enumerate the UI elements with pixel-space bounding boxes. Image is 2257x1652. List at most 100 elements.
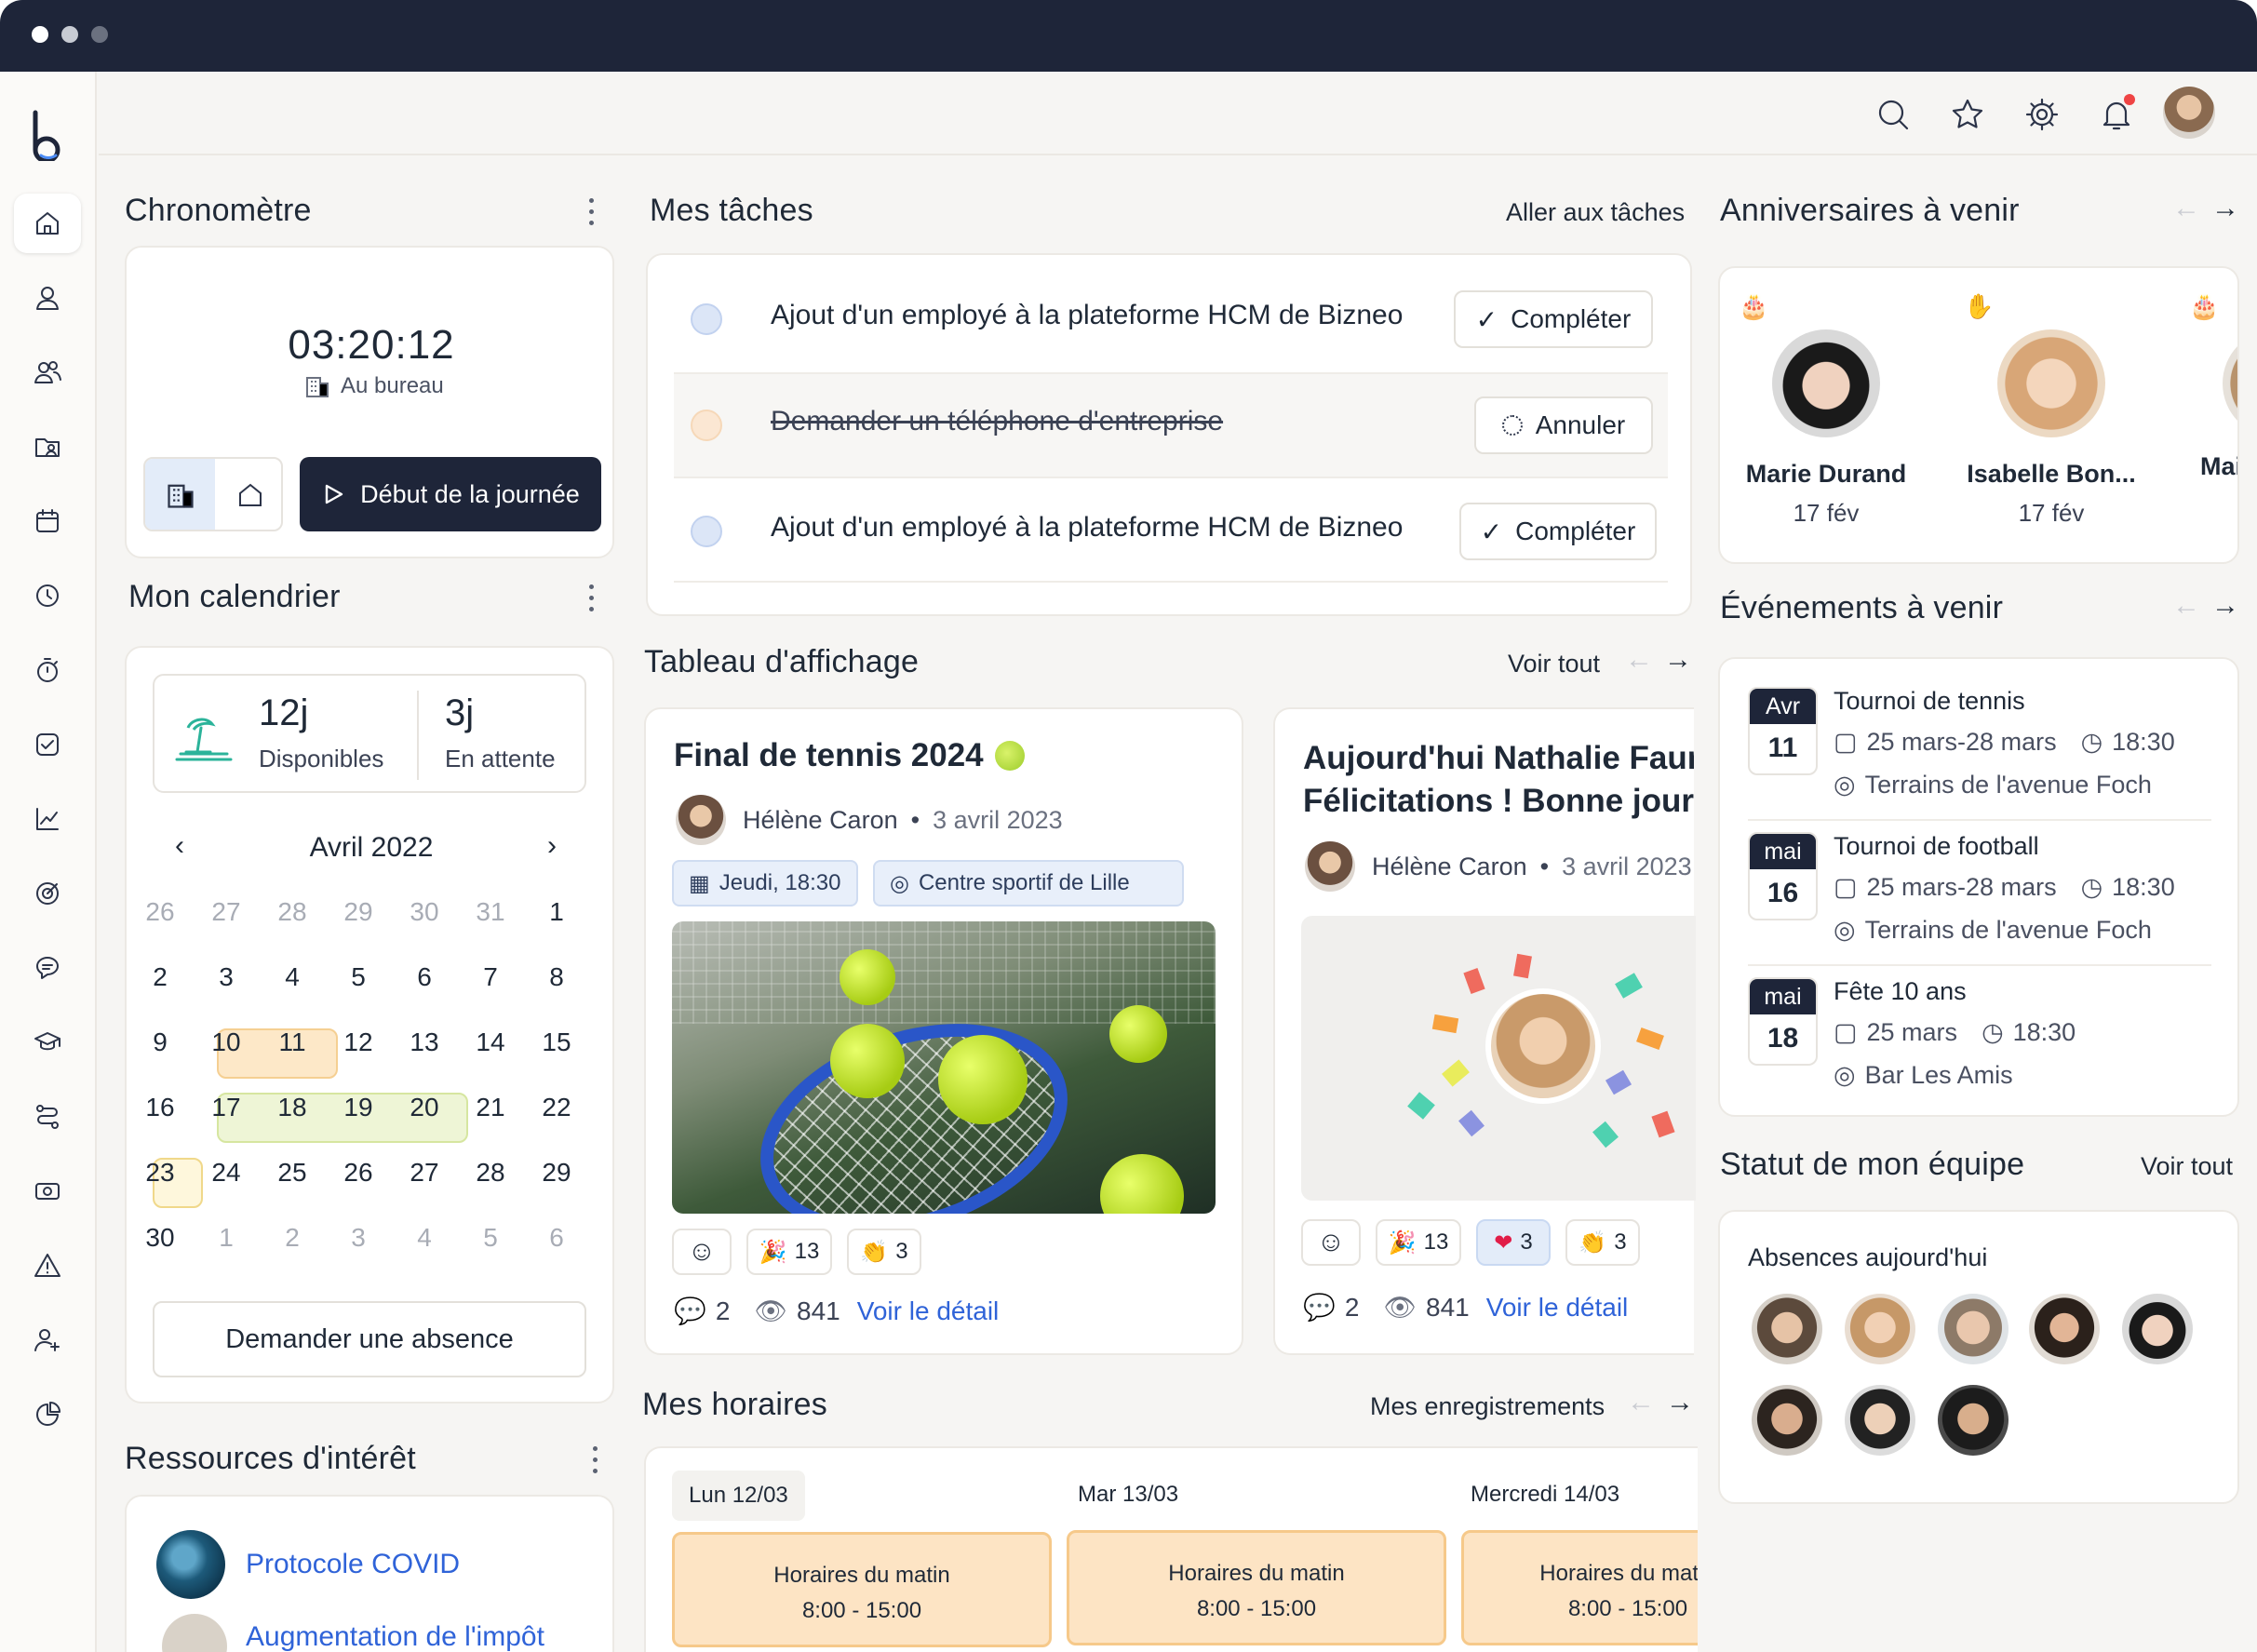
events-prev-arrow-icon[interactable]: ←	[2172, 590, 2200, 622]
birthdays-prev-arrow-icon[interactable]: ←	[2172, 193, 2200, 224]
add-reaction-button[interactable]: ☺	[1301, 1219, 1361, 1266]
task-checkbox[interactable]	[691, 303, 722, 335]
calendar-day[interactable]: 30	[396, 897, 452, 927]
calendar-day[interactable]: 17	[198, 1093, 254, 1122]
nav-route-icon[interactable]	[14, 1087, 81, 1147]
calendar-day[interactable]: 23	[132, 1158, 188, 1188]
nav-stopwatch-icon[interactable]	[14, 640, 81, 700]
event-name[interactable]: Tournoi de football	[1834, 832, 2039, 861]
events-next-arrow-icon[interactable]: →	[2211, 590, 2239, 622]
team-link[interactable]: Voir tout	[2141, 1152, 2233, 1181]
birthdays-next-arrow-icon[interactable]: →	[2211, 193, 2239, 224]
task-checkbox[interactable]	[691, 516, 722, 547]
calendar-day[interactable]: 28	[463, 1158, 518, 1188]
schedule-prev-arrow-icon[interactable]: ←	[1627, 1387, 1655, 1418]
board-prev-arrow-icon[interactable]: ←	[1625, 644, 1653, 676]
calendar-day[interactable]: 21	[463, 1093, 518, 1122]
nav-user-plus-icon[interactable]	[14, 1310, 81, 1370]
calendar-day[interactable]: 5	[330, 962, 386, 992]
calendar-day[interactable]: 16	[132, 1093, 188, 1122]
calendar-day[interactable]: 18	[264, 1093, 320, 1122]
calendar-day[interactable]: 6	[529, 1223, 584, 1253]
board-link[interactable]: Voir tout	[1508, 650, 1600, 678]
calendar-day[interactable]: 1	[198, 1223, 254, 1253]
nav-target-icon[interactable]	[14, 864, 81, 923]
reaction-clap[interactable]: 👏 3	[847, 1229, 921, 1275]
search-icon[interactable]	[1874, 96, 1912, 133]
calendar-day[interactable]: 4	[264, 962, 320, 992]
nav-checkbox-icon[interactable]	[14, 715, 81, 774]
nav-home-icon[interactable]	[14, 194, 81, 253]
calendar-day[interactable]: 3	[198, 962, 254, 992]
calendar-day[interactable]: 7	[463, 962, 518, 992]
gear-icon[interactable]	[2023, 96, 2061, 133]
app-logo[interactable]	[28, 109, 69, 164]
reaction-party[interactable]: 🎉 13	[1376, 1219, 1461, 1266]
request-absence-button[interactable]: Demander une absence	[153, 1301, 586, 1377]
add-reaction-button[interactable]: ☺	[672, 1229, 732, 1275]
nav-folder-user-icon[interactable]	[14, 417, 81, 477]
calendar-day[interactable]: 31	[463, 897, 518, 927]
calendar-day[interactable]: 4	[396, 1223, 452, 1253]
calendar-day[interactable]: 15	[529, 1027, 584, 1057]
next-month-button[interactable]: ›	[547, 830, 557, 862]
calendar-day[interactable]: 11	[264, 1027, 320, 1057]
bell-icon[interactable]	[2098, 94, 2135, 133]
calendar-day[interactable]: 25	[264, 1158, 320, 1188]
team-member-avatar[interactable]	[1845, 1385, 1915, 1456]
event-name[interactable]: Tournoi de tennis	[1834, 687, 2025, 716]
calendar-day[interactable]: 9	[132, 1027, 188, 1057]
cancel-button[interactable]: Annuler	[1474, 396, 1653, 454]
calendar-day[interactable]: 6	[396, 962, 452, 992]
nav-graduation-cap-icon[interactable]	[14, 1013, 81, 1072]
task-checkbox[interactable]	[691, 410, 722, 441]
nav-alert-icon[interactable]	[14, 1236, 81, 1296]
schedule-next-arrow-icon[interactable]: →	[1666, 1387, 1694, 1418]
reaction-clap[interactable]: 👏 3	[1565, 1219, 1640, 1266]
shift-block[interactable]: Horaires du matin 8:00 - 15:00	[1067, 1530, 1446, 1645]
resources-menu-icon[interactable]	[592, 1446, 599, 1478]
calendar-day[interactable]: 22	[529, 1093, 584, 1122]
resource-link-tax[interactable]: Augmentation de l'impôt	[246, 1621, 544, 1652]
nav-money-icon[interactable]	[14, 1162, 81, 1221]
team-member-avatar[interactable]	[1752, 1385, 1822, 1456]
nav-chart-line-icon[interactable]	[14, 789, 81, 849]
office-mode-button[interactable]	[145, 459, 215, 530]
home-mode-button[interactable]	[216, 459, 281, 530]
calendar-day[interactable]: 3	[330, 1223, 386, 1253]
calendar-day[interactable]: 5	[463, 1223, 518, 1253]
start-day-button[interactable]: Début de la journée	[300, 457, 601, 531]
calendar-menu-icon[interactable]	[588, 584, 596, 616]
post-detail-link[interactable]: Voir le détail	[857, 1296, 1000, 1326]
work-mode-toggle[interactable]	[143, 457, 283, 531]
team-member-avatar[interactable]	[1938, 1294, 2008, 1364]
calendar-day[interactable]: 27	[396, 1158, 452, 1188]
nav-user-icon[interactable]	[14, 268, 81, 328]
complete-button[interactable]: ✓ Compléter	[1459, 503, 1657, 560]
calendar-day[interactable]: 10	[198, 1027, 254, 1057]
chrono-menu-icon[interactable]	[588, 198, 596, 230]
calendar-day[interactable]: 27	[198, 897, 254, 927]
team-member-avatar[interactable]	[2029, 1294, 2100, 1364]
calendar-day[interactable]: 2	[264, 1223, 320, 1253]
calendar-day[interactable]: 30	[132, 1223, 188, 1253]
team-member-avatar[interactable]	[1938, 1385, 2008, 1456]
nav-pie-chart-icon[interactable]	[14, 1385, 81, 1444]
nav-calendar-icon[interactable]	[14, 491, 81, 551]
calendar-day[interactable]: 29	[330, 897, 386, 927]
calendar-day[interactable]: 28	[264, 897, 320, 927]
calendar-day[interactable]: 13	[396, 1027, 452, 1057]
tasks-link[interactable]: Aller aux tâches	[1506, 198, 1685, 227]
shift-block[interactable]: Horaires du matin 8:00 - 15:00	[1461, 1530, 1698, 1645]
calendar-day[interactable]: 1	[529, 897, 584, 927]
post-detail-link[interactable]: Voir le détail	[1486, 1293, 1629, 1323]
star-icon[interactable]	[1949, 96, 1986, 133]
calendar-day[interactable]: 12	[330, 1027, 386, 1057]
calendar-day[interactable]: 2	[132, 962, 188, 992]
schedule-link[interactable]: Mes enregistrements	[1370, 1392, 1605, 1421]
window-dot-maximize[interactable]	[91, 26, 108, 43]
calendar-day[interactable]: 14	[463, 1027, 518, 1057]
window-dot-minimize[interactable]	[61, 26, 78, 43]
team-member-avatar[interactable]	[1845, 1294, 1915, 1364]
team-member-avatar[interactable]	[1752, 1294, 1822, 1364]
